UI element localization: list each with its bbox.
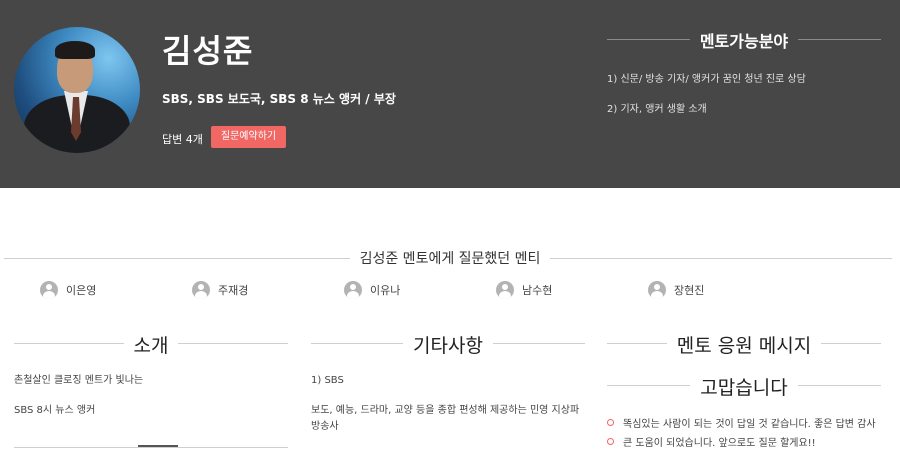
circle-bullet-icon bbox=[607, 419, 614, 426]
user-icon bbox=[344, 281, 362, 299]
cheer-subtitle: 고맙습니다 bbox=[690, 377, 798, 399]
mentor-affiliation: SBS, SBS 보도국, SBS 8 뉴스 앵커 / 부장 bbox=[162, 92, 396, 106]
mentor-name: 김성준 bbox=[162, 32, 254, 70]
user-icon bbox=[648, 281, 666, 299]
etc-heading: 기타사항 bbox=[311, 331, 585, 357]
cheer-heading: 멘토 응원 메시지 bbox=[607, 331, 881, 357]
mentees-title: 김성준 멘토에게 질문했던 멘티 bbox=[349, 251, 551, 267]
mentor-avatar bbox=[14, 27, 140, 153]
cheer-message: 큰 도움이 되었습니다. 앞으로도 질문 할게요!! bbox=[607, 434, 816, 449]
mentor-fields-heading: 멘토가능분야 bbox=[607, 28, 881, 51]
etc-line: 보도, 예능, 드라마, 교양 등을 종합 편성해 제공하는 민영 지상파 방송… bbox=[311, 405, 580, 432]
next-section-title-cutoff bbox=[138, 445, 178, 450]
user-icon bbox=[496, 281, 514, 299]
mentor-field-item: 1) 신문/ 방송 기자/ 앵커가 꿈인 청년 진로 상담 bbox=[607, 74, 806, 85]
reserve-question-button[interactable]: 질문예약하기 bbox=[211, 126, 286, 148]
circle-bullet-icon bbox=[607, 438, 614, 445]
mentee-item[interactable]: 주재경 bbox=[192, 280, 248, 300]
mentee-name: 주재경 bbox=[218, 284, 249, 297]
cheer-subheading: 고맙습니다 bbox=[607, 373, 881, 399]
mentor-header: 김성준 SBS, SBS 보도국, SBS 8 뉴스 앵커 / 부장 답변 4개… bbox=[0, 0, 900, 188]
etc-line: 1) SBS bbox=[311, 375, 344, 386]
cheer-title: 멘토 응원 메시지 bbox=[666, 335, 822, 357]
mentor-field-item: 2) 기자, 앵커 생활 소개 bbox=[607, 104, 707, 115]
mentee-name: 이은영 bbox=[66, 284, 97, 297]
mentee-item[interactable]: 남수현 bbox=[496, 280, 552, 300]
user-icon bbox=[40, 281, 58, 299]
mentee-item[interactable]: 장현진 bbox=[648, 280, 704, 300]
mentee-name: 남수현 bbox=[522, 284, 553, 297]
mentee-item[interactable]: 이은영 bbox=[40, 280, 96, 300]
answer-count: 답변 4개 bbox=[162, 133, 203, 146]
cheer-message-text: 똑심있는 사람이 되는 것이 답일 것 같습니다. 좋은 답변 감사 bbox=[623, 419, 876, 430]
mentees-heading: 김성준 멘토에게 질문했던 멘티 bbox=[0, 248, 900, 268]
etc-title: 기타사항 bbox=[403, 335, 493, 357]
cheer-message-text: 큰 도움이 되었습니다. 앞으로도 질문 할게요!! bbox=[623, 438, 816, 449]
mentee-item[interactable]: 이유나 bbox=[344, 280, 400, 300]
intro-line: SBS 8시 뉴스 앵커 bbox=[14, 405, 96, 416]
intro-title: 소개 bbox=[123, 335, 179, 357]
mentee-name: 이유나 bbox=[370, 284, 401, 297]
user-icon bbox=[192, 281, 210, 299]
cheer-message: 똑심있는 사람이 되는 것이 답일 것 같습니다. 좋은 답변 감사 bbox=[607, 415, 876, 430]
intro-line: 촌철살인 클로징 멘트가 빛나는 bbox=[14, 375, 144, 386]
mentor-fields-title: 멘토가능분야 bbox=[689, 32, 799, 51]
mentee-name: 장현진 bbox=[674, 284, 705, 297]
intro-heading: 소개 bbox=[14, 331, 288, 357]
